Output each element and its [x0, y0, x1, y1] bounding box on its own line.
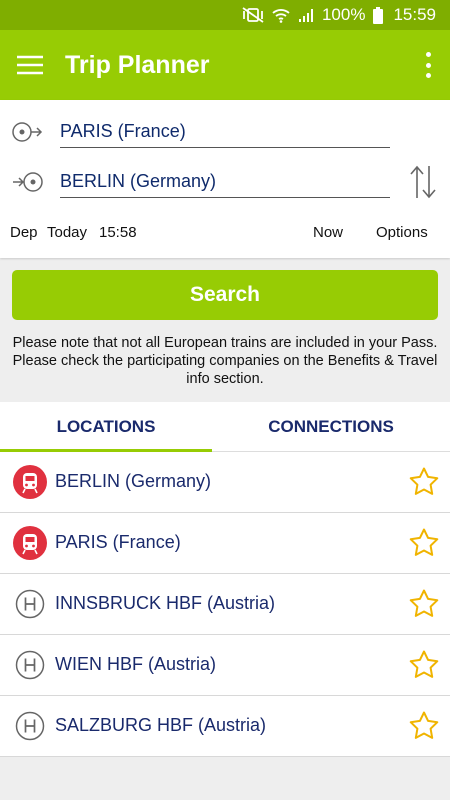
tab-locations[interactable]: LOCATIONS [0, 402, 212, 452]
location-name: WIEN HBF (Austria) [55, 654, 217, 674]
location-name: PARIS (France) [55, 532, 181, 552]
to-row: BERLIN (Germany) [0, 164, 450, 200]
list-item[interactable]: WIEN HBF (Austria) [0, 635, 450, 696]
star-icon[interactable] [408, 649, 440, 681]
signal-icon [298, 7, 314, 23]
list-item[interactable]: PARIS (France) [0, 513, 450, 574]
battery-icon [373, 6, 384, 24]
pass-note: Please note that not all European trains… [12, 335, 438, 387]
swap-icon[interactable] [408, 164, 438, 200]
now-button[interactable]: Now [313, 224, 343, 241]
status-bar: 100% 15:59 [0, 0, 450, 30]
star-icon[interactable] [408, 588, 440, 620]
dep-label[interactable]: Dep [10, 224, 38, 241]
from-field[interactable]: PARIS (France) [60, 118, 390, 148]
wifi-icon [272, 7, 290, 23]
stop-h-icon [13, 648, 47, 682]
search-button[interactable]: Search [12, 270, 438, 320]
list-item[interactable]: INNSBRUCK HBF (Austria) [0, 574, 450, 635]
app-bar: Trip Planner [0, 30, 450, 100]
locations-list: BERLIN (Germany) PARIS (France) INNSBRUC… [0, 452, 450, 757]
more-vertical-icon[interactable] [420, 52, 436, 78]
location-name: BERLIN (Germany) [55, 471, 212, 491]
status-time: 15:59 [393, 5, 436, 24]
dep-time[interactable]: 15:58 [99, 224, 137, 241]
destination-icon [12, 170, 44, 194]
location-name: INNSBRUCK HBF (Austria) [55, 593, 276, 613]
dep-day[interactable]: Today [47, 224, 87, 241]
stop-h-icon [13, 709, 47, 743]
options-button[interactable]: Options [376, 224, 428, 241]
from-row: PARIS (France) [0, 114, 450, 150]
train-station-icon [13, 465, 47, 499]
to-field[interactable]: BERLIN (Germany) [60, 168, 390, 198]
origin-icon [12, 120, 44, 144]
list-item[interactable]: BERLIN (Germany) [0, 452, 450, 513]
tab-bar: LOCATIONS CONNECTIONS [0, 402, 450, 452]
app-title: Trip Planner [65, 50, 210, 79]
departure-row: Dep Today 15:58 Now Options [0, 224, 450, 244]
star-icon[interactable] [408, 466, 440, 498]
battery-percent: 100% [321, 5, 366, 24]
star-icon[interactable] [408, 527, 440, 559]
tab-connections[interactable]: CONNECTIONS [212, 402, 450, 452]
list-item[interactable]: SALZBURG HBF (Austria) [0, 696, 450, 757]
location-name: SALZBURG HBF (Austria) [55, 715, 267, 735]
menu-icon[interactable] [0, 30, 60, 100]
train-station-icon [13, 526, 47, 560]
mute-vibrate-icon [242, 7, 264, 23]
trip-form: PARIS (France) BERLIN (Germany) Dep Toda… [0, 100, 450, 258]
stop-h-icon [13, 587, 47, 621]
star-icon[interactable] [408, 710, 440, 742]
